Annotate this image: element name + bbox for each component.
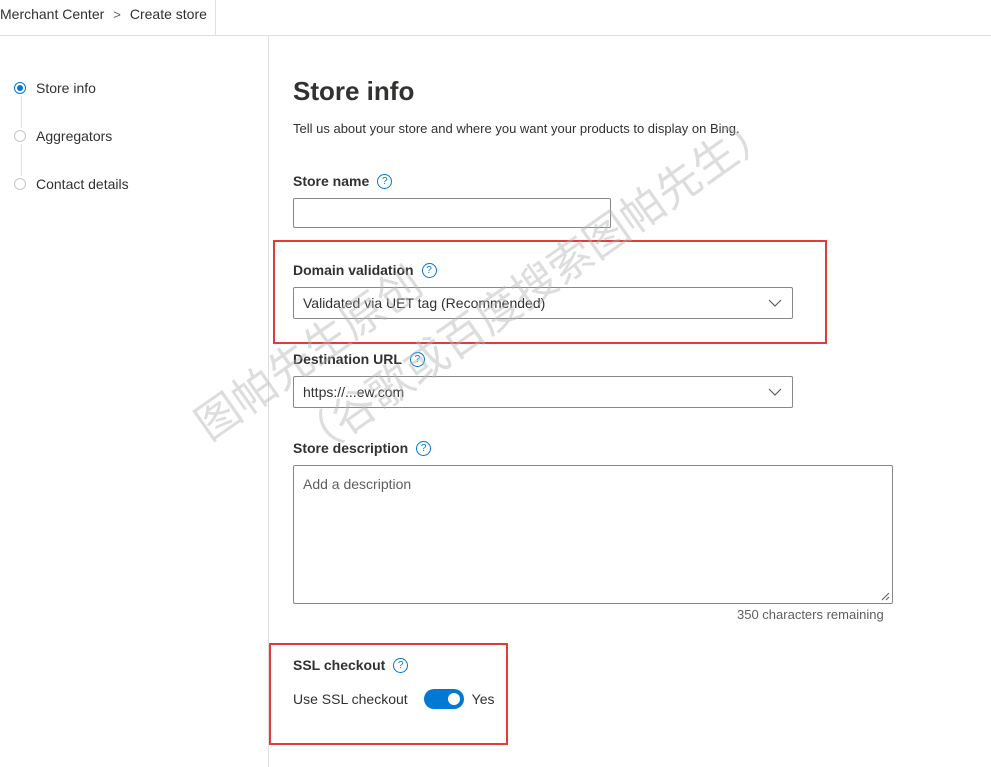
- help-icon[interactable]: ?: [416, 440, 432, 456]
- page-subtitle: Tell us about your store and where you w…: [293, 121, 740, 136]
- store-description-placeholder: Add a description: [303, 476, 412, 492]
- destination-url-label: Destination URL ?: [293, 351, 425, 367]
- destination-url-dropdown[interactable]: https://...ew.com: [293, 376, 793, 408]
- breadcrumb-divider: [215, 0, 216, 35]
- chevron-down-icon: [768, 388, 782, 396]
- store-name-label-text: Store name: [293, 173, 370, 189]
- resize-grip-icon[interactable]: [881, 592, 890, 601]
- breadcrumb-separator-icon: >: [113, 7, 121, 22]
- breadcrumb-merchant-center[interactable]: Merchant Center: [0, 6, 104, 22]
- step-label: Aggregators: [36, 128, 113, 144]
- step-label: Store info: [36, 80, 96, 96]
- breadcrumb: Merchant Center > Create store: [0, 6, 207, 22]
- step-radio-icon: [14, 130, 26, 142]
- page-title: Store info: [293, 76, 415, 106]
- store-name-input[interactable]: [293, 198, 611, 228]
- breadcrumb-create-store: Create store: [129, 6, 207, 22]
- store-description-label-text: Store description: [293, 440, 409, 456]
- step-label: Contact details: [36, 176, 129, 192]
- store-description-textarea[interactable]: Add a description: [293, 465, 893, 604]
- step-connector: [21, 96, 22, 128]
- step-aggregators[interactable]: Aggregators: [14, 126, 112, 146]
- help-icon[interactable]: ?: [409, 351, 425, 367]
- step-radio-icon: [14, 82, 26, 94]
- step-connector: [21, 144, 22, 176]
- characters-remaining: 350 characters remaining: [737, 607, 884, 622]
- help-icon[interactable]: ?: [377, 173, 393, 189]
- step-radio-icon: [14, 178, 26, 190]
- step-navigation: Store info Aggregators Contact details: [0, 36, 269, 767]
- store-description-label: Store description ?: [293, 440, 432, 456]
- highlight-box-ssl-checkout: [269, 643, 508, 745]
- store-name-label: Store name ?: [293, 173, 393, 189]
- destination-url-value: https://...ew.com: [303, 384, 405, 400]
- destination-url-label-text: Destination URL: [293, 351, 402, 367]
- highlight-box-domain-validation: [273, 240, 827, 344]
- step-contact-details[interactable]: Contact details: [14, 174, 129, 194]
- top-bar: Merchant Center > Create store: [0, 0, 991, 36]
- step-store-info[interactable]: Store info: [14, 78, 96, 98]
